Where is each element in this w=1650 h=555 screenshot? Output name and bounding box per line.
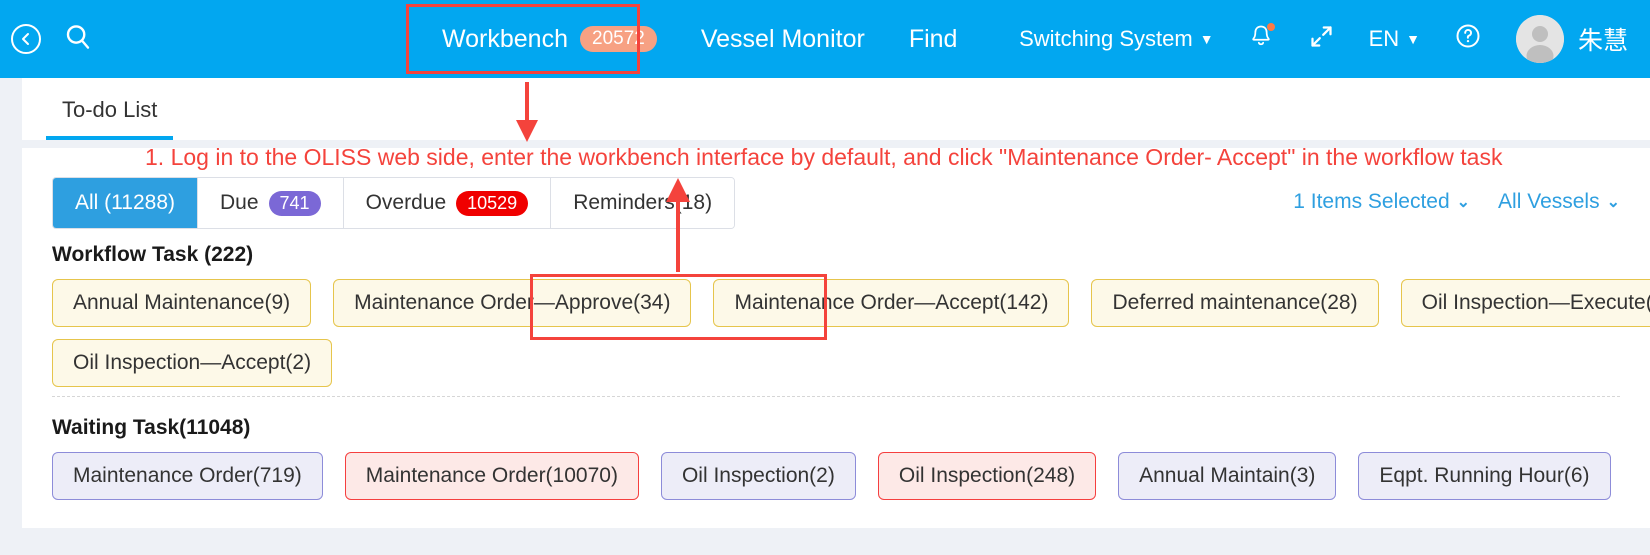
header-right-tools: Switching System ▼ EN ▼ 朱慧: [1002, 0, 1650, 78]
user-name-label: 朱慧: [1577, 27, 1628, 55]
todo-content-panel: All (11288) Due 741 Overdue 10529 Remind…: [22, 148, 1650, 528]
user-profile[interactable]: 朱慧: [1499, 0, 1628, 78]
language-label: EN: [1368, 26, 1400, 51]
annotation-step-text: 1. Log in to the OLISS web side, enter t…: [145, 144, 1503, 170]
filter-pill-due-badge: 741: [268, 190, 321, 216]
tab-to-do-list[interactable]: To-do List: [46, 97, 174, 140]
waiting-chip-maintenance-order-719[interactable]: Maintenance Order(719): [52, 452, 323, 500]
waiting-task-chips: Maintenance Order(719) Maintenance Order…: [52, 452, 1611, 500]
workflow-task-chips-row-2: Oil Inspection—Accept(2): [52, 339, 333, 387]
chevron-down-icon: ▼: [1406, 31, 1420, 47]
filter-pill-reminders-label: Reminders(18): [573, 191, 713, 214]
workflow-chip-maintenance-order-approve-label: Maintenance Order—Approve(34): [354, 291, 671, 314]
nav-item-find-label: Find: [908, 24, 958, 53]
help-question-icon: [1454, 22, 1482, 56]
notification-bell-icon: [1248, 23, 1275, 55]
status-filter-group: All (11288) Due 741 Overdue 10529 Remind…: [52, 177, 736, 229]
filter-pill-overdue-badge: 10529: [456, 190, 529, 216]
top-header: Workbench 20572 Vessel Monitor Find Swit…: [0, 0, 1650, 78]
switching-system-label: Switching System: [1019, 26, 1193, 51]
workflow-chip-oil-inspection-execute-label: Oil Inspection—Execute(7): [1421, 291, 1650, 314]
notification-dot: [1266, 23, 1275, 31]
workflow-chip-maintenance-order-accept[interactable]: Maintenance Order—Accept(142): [713, 279, 1070, 327]
waiting-chip-oil-inspection-248[interactable]: Oil Inspection(248): [877, 452, 1097, 500]
workflow-task-chips-row-1: Annual Maintenance(9) Maintenance Order—…: [52, 279, 1650, 327]
waiting-task-title: Waiting Task(11048): [52, 416, 251, 439]
vessel-selector-dropdown[interactable]: All Vessels ⌄: [1498, 190, 1620, 214]
waiting-chip-oil-inspection-2-label: Oil Inspection(2): [681, 464, 835, 487]
items-selected-dropdown[interactable]: 1 Items Selected ⌄: [1293, 190, 1470, 214]
workflow-chip-maintenance-order-approve[interactable]: Maintenance Order—Approve(34): [333, 279, 692, 327]
language-selector[interactable]: EN ▼: [1352, 0, 1437, 78]
items-selected-label: 1 Items Selected: [1293, 190, 1450, 213]
tab-bar: To-do List: [22, 78, 1650, 140]
nav-item-workbench[interactable]: Workbench 20572: [420, 0, 679, 78]
workflow-task-title: Workflow Task (222): [52, 243, 254, 266]
right-filter-links: 1 Items Selected ⌄ All Vessels ⌄: [1293, 190, 1620, 214]
search-button[interactable]: [52, 0, 104, 78]
fullscreen-button[interactable]: [1291, 0, 1352, 78]
app-root: Workbench 20572 Vessel Monitor Find Swit…: [0, 0, 1650, 555]
section-divider: [52, 396, 1620, 397]
filter-pill-overdue-label: Overdue: [365, 191, 447, 214]
workflow-chip-oil-inspection-execute[interactable]: Oil Inspection—Execute(7): [1400, 279, 1650, 327]
chevron-down-icon: ⌄: [1606, 194, 1620, 211]
back-arrow-circle-icon: [11, 24, 41, 54]
waiting-chip-annual-maintain[interactable]: Annual Maintain(3): [1118, 452, 1337, 500]
chevron-down-icon: ▼: [1199, 31, 1214, 47]
workflow-chip-annual-maintenance[interactable]: Annual Maintenance(9): [52, 279, 312, 327]
nav-item-vessel-monitor-label: Vessel Monitor: [700, 24, 865, 53]
waiting-chip-maintenance-order-719-label: Maintenance Order(719): [73, 464, 302, 487]
filter-pill-due[interactable]: Due 741: [198, 178, 344, 228]
filter-pill-reminders[interactable]: Reminders(18): [551, 178, 735, 228]
waiting-chip-maintenance-order-10070[interactable]: Maintenance Order(10070): [344, 452, 639, 500]
nav-item-workbench-label: Workbench: [442, 24, 568, 53]
filter-pill-due-label: Due: [220, 191, 259, 214]
workflow-chip-deferred-maintenance[interactable]: Deferred maintenance(28): [1091, 279, 1379, 327]
left-rail: [0, 78, 22, 555]
help-button[interactable]: [1437, 0, 1499, 78]
waiting-chip-eqpt-running-hour-label: Eqpt. Running Hour(6): [1379, 464, 1590, 487]
switching-system-dropdown[interactable]: Switching System ▼: [1002, 0, 1230, 78]
workflow-chip-annual-maintenance-label: Annual Maintenance(9): [73, 291, 291, 314]
chevron-down-icon: ⌄: [1456, 194, 1471, 211]
main-nav: Workbench 20572 Vessel Monitor Find: [420, 0, 979, 78]
fullscreen-expand-icon: [1308, 23, 1335, 56]
vessel-selector-label: All Vessels: [1498, 190, 1600, 213]
workflow-chip-deferred-maintenance-label: Deferred maintenance(28): [1112, 291, 1358, 314]
workflow-chip-oil-inspection-accept-label: Oil Inspection—Accept(2): [73, 351, 312, 374]
workflow-chip-oil-inspection-accept[interactable]: Oil Inspection—Accept(2): [52, 339, 333, 387]
waiting-chip-oil-inspection-2[interactable]: Oil Inspection(2): [660, 452, 856, 500]
filter-pill-all-label: All (11288): [75, 191, 175, 214]
nav-item-find[interactable]: Find: [887, 0, 980, 78]
filter-pill-overdue[interactable]: Overdue 10529: [343, 178, 552, 228]
notifications-button[interactable]: [1231, 0, 1291, 78]
search-icon: [63, 22, 93, 57]
waiting-chip-oil-inspection-248-label: Oil Inspection(248): [898, 464, 1076, 487]
waiting-chip-annual-maintain-label: Annual Maintain(3): [1139, 464, 1316, 487]
tab-to-do-list-label: To-do List: [62, 97, 158, 122]
nav-item-vessel-monitor[interactable]: Vessel Monitor: [679, 0, 887, 78]
workflow-chip-maintenance-order-accept-label: Maintenance Order—Accept(142): [734, 291, 1049, 314]
waiting-chip-eqpt-running-hour[interactable]: Eqpt. Running Hour(6): [1358, 452, 1611, 500]
user-avatar-icon: [1515, 15, 1564, 63]
nav-item-workbench-badge: 20572: [580, 26, 657, 52]
filter-pill-all[interactable]: All (11288): [53, 178, 198, 228]
waiting-chip-maintenance-order-10070-label: Maintenance Order(10070): [365, 464, 618, 487]
back-button[interactable]: [0, 0, 52, 78]
